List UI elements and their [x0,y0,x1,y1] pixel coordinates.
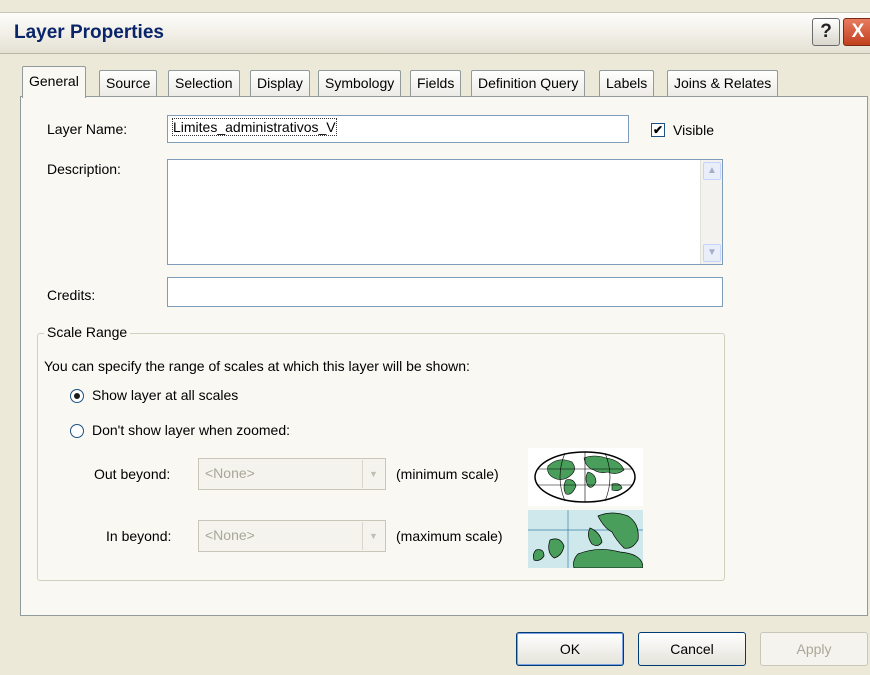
out-beyond-label: Out beyond: [94,466,171,482]
tab-selection[interactable]: Selection [168,70,240,96]
visible-label: Visible [673,122,714,138]
close-icon: X [851,21,865,42]
layer-name-input[interactable]: Limites_administrativos_V [167,115,629,143]
cancel-button[interactable]: Cancel [638,632,746,666]
scale-range-title: Scale Range [44,324,131,340]
radio-selected-dot [74,393,80,399]
radio-dont-show-when-zoomed[interactable] [70,424,84,438]
in-beyond-value: <None> [205,527,255,543]
radio-show-all-scales[interactable] [70,389,84,403]
tab-source[interactable]: Source [99,70,158,96]
in-beyond-select[interactable]: <None> ▼ [198,520,386,552]
general-tab-panel: Layer Name: Limites_administrativos_V ✔ … [20,96,868,616]
credits-input[interactable] [167,277,723,307]
tab-symbology[interactable]: Symbology [318,70,402,96]
ok-button[interactable]: OK [516,632,624,666]
world-globe-icon [528,448,643,506]
help-button[interactable]: ? [812,18,840,46]
chevron-down-icon[interactable]: ▼ [362,460,384,488]
in-beyond-label: In beyond: [106,528,172,544]
scroll-up-icon[interactable]: ▲ [703,162,721,180]
tab-general[interactable]: General [22,66,86,98]
title-bar[interactable]: Layer Properties ? X [0,12,870,54]
out-beyond-value: <None> [205,465,255,481]
out-beyond-select[interactable]: <None> ▼ [198,458,386,490]
layer-name-value: Limites_administrativos_V [172,118,337,136]
window-title: Layer Properties [14,22,164,43]
scale-range-group: Scale Range You can specify the range of… [37,324,725,581]
layer-properties-dialog: Layer Properties ? X General Source Sele… [0,0,870,675]
tab-definition-query[interactable]: Definition Query [471,70,586,96]
show-all-scales-label: Show layer at all scales [92,387,239,403]
layer-name-label: Layer Name: [47,121,128,137]
visible-checkbox[interactable]: ✔ [651,123,665,137]
tab-fields[interactable]: Fields [410,70,462,96]
help-icon: ? [820,21,832,42]
tab-labels[interactable]: Labels [599,70,655,96]
tab-display[interactable]: Display [250,70,310,96]
scroll-down-icon[interactable]: ▼ [703,244,721,262]
tab-joins-relates[interactable]: Joins & Relates [667,70,779,96]
apply-button[interactable]: Apply [760,632,868,666]
credits-label: Credits: [47,287,96,303]
scale-range-instruction: You can specify the range of scales at w… [44,358,470,374]
description-label: Description: [47,161,121,177]
chevron-down-icon[interactable]: ▼ [362,522,384,550]
description-scrollbar[interactable]: ▲ ▼ [700,160,722,264]
description-textarea[interactable]: ▲ ▼ [167,159,723,265]
minimum-scale-label: (minimum scale) [396,466,499,482]
dont-show-when-zoomed-label: Don't show layer when zoomed: [92,422,290,438]
europe-map-icon [528,510,644,569]
maximum-scale-label: (maximum scale) [396,528,503,544]
close-button[interactable]: X [843,18,870,46]
